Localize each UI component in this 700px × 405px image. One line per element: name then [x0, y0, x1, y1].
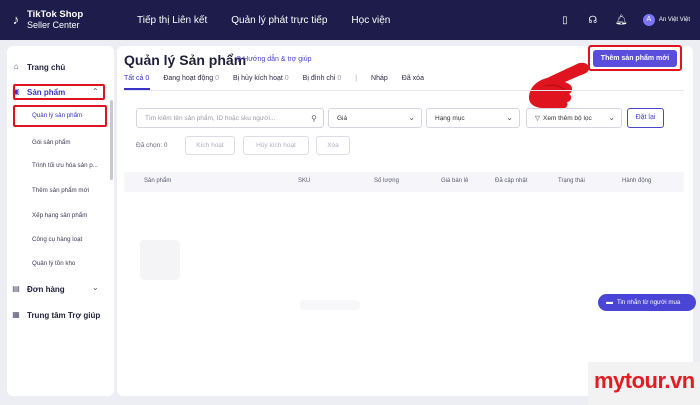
- tab-suspended[interactable]: Bị đình chỉ 0: [303, 75, 342, 89]
- tab-draft[interactable]: Nháp: [371, 75, 388, 89]
- help-book-icon: ▦: [12, 310, 20, 319]
- empty-state-placeholder: [300, 300, 360, 310]
- pointing-hand-icon: [529, 62, 589, 110]
- tab-deleted[interactable]: Đã xóa: [402, 75, 424, 89]
- page-title: Quản lý Sản phẩm: [124, 52, 247, 68]
- orders-icon: ▤: [12, 284, 20, 293]
- bulk-deactivate-button[interactable]: Hủy kích hoạt: [243, 136, 309, 155]
- manage-products-highlight-box: [13, 105, 107, 127]
- sidebar-item-bulk-tools[interactable]: Công cụ hàng loạt: [32, 236, 82, 243]
- tab-deactivated[interactable]: Bị hủy kích hoạt 0: [233, 75, 289, 89]
- more-filters-label: Xem thêm bộ lọc: [543, 114, 592, 122]
- buyer-messages-button[interactable]: ▬ Tin nhắn từ người mua: [598, 294, 696, 311]
- tab-active[interactable]: Đang hoạt động 0: [163, 75, 219, 89]
- tab-label: Nháp: [371, 75, 388, 82]
- headset-icon[interactable]: ☊: [587, 15, 599, 26]
- tab-separator: |: [355, 75, 358, 82]
- chevron-down-icon[interactable]: ⌄: [92, 283, 99, 292]
- chevron-down-icon: ⌄: [608, 113, 615, 122]
- tab-count: 0: [215, 75, 219, 82]
- account-menu[interactable]: A An Việt Việt: [642, 14, 690, 26]
- chevron-down-icon: ⌄: [408, 113, 415, 122]
- logo-line-2: Seller Center: [27, 20, 80, 30]
- tab-all[interactable]: Tất cả 0: [124, 75, 149, 89]
- column-actions[interactable]: Hành động: [622, 178, 651, 184]
- mobile-icon[interactable]: ▯: [559, 15, 571, 26]
- location-pin-icon: ⚲: [236, 56, 242, 63]
- filter-funnel-icon: ▽: [535, 115, 540, 122]
- tab-count: 0: [145, 75, 150, 82]
- logo-line-1: TikTok Shop: [27, 9, 84, 20]
- sidebar-item-home[interactable]: ⌂ Trang chủ: [0, 61, 107, 73]
- tab-label: Đã xóa: [401, 75, 424, 82]
- bulk-activate-button[interactable]: Kích hoạt: [185, 136, 235, 155]
- column-updated[interactable]: Đã cập nhật: [495, 178, 527, 184]
- sidebar-item-orders[interactable]: ▤ Đơn hàng: [0, 283, 107, 295]
- chevron-down-icon: ⌄: [506, 113, 513, 122]
- home-icon: ⌂: [13, 62, 19, 71]
- notification-bell-icon[interactable]: 🔔︎: [615, 15, 628, 26]
- sidebar-item-product-optimizer[interactable]: Trình tối ưu hóa sản p...: [32, 162, 98, 169]
- column-product[interactable]: Sản phẩm: [144, 178, 171, 184]
- search-placeholder: Tìm kiếm tên sản phẩm, ID hoặc sku người…: [145, 114, 276, 122]
- price-filter-label: Giá: [337, 114, 348, 122]
- main-nav: Tiếp thị Liên kết Quản lý phát trực tiếp…: [137, 15, 414, 26]
- sidebar-item-help-center[interactable]: ▦ Trung tâm Trợ giúp: [0, 309, 107, 321]
- search-input[interactable]: Tìm kiếm tên sản phẩm, ID hoặc sku người…: [136, 108, 324, 128]
- sidebar-item-label: Trang chủ: [27, 62, 66, 72]
- chat-bubble-icon: ▬: [606, 299, 613, 306]
- tab-count: 0: [284, 75, 289, 82]
- watermark-logo: mytour.vn: [594, 368, 695, 393]
- help-guide-link[interactable]: ⚲ Hướng dẫn & trợ giúp: [236, 55, 312, 63]
- add-new-product-button[interactable]: Thêm sản phẩm mới: [593, 50, 677, 67]
- sidebar-item-label: Trung tâm Trợ giúp: [27, 310, 101, 320]
- category-filter-label: Hạng mục: [435, 114, 465, 122]
- sidebar-item-product-ranking[interactable]: Xếp hạng sản phẩm: [32, 212, 87, 219]
- tab-label: Đang hoạt động: [163, 75, 214, 82]
- category-filter-select[interactable]: Hạng mục ⌄: [426, 108, 520, 128]
- column-status[interactable]: Trạng thái: [558, 178, 585, 184]
- column-retail-price[interactable]: Giá bán lẻ: [441, 178, 468, 184]
- nav-livestream-management[interactable]: Quản lý phát trực tiếp: [231, 15, 327, 26]
- sidebar-item-add-product[interactable]: Thêm sản phẩm mới: [32, 187, 89, 194]
- top-right-icons: ▯ ☊ 🔔︎ A An Việt Việt: [543, 0, 690, 40]
- search-icon[interactable]: ⚲: [311, 114, 317, 123]
- tabs-divider: [124, 90, 684, 91]
- sidebar-item-label: Đơn hàng: [27, 284, 65, 294]
- column-quantity[interactable]: Số lượng: [374, 178, 399, 184]
- tab-label: Bị hủy kích hoạt: [233, 75, 283, 82]
- top-navigation-bar: ♪ TikTok Shop Seller Center Tiếp thị Liê…: [0, 0, 700, 40]
- reset-filters-button[interactable]: Đặt lại: [627, 108, 664, 128]
- tiktok-logo-icon: ♪: [12, 12, 20, 27]
- sidebar-scrollbar[interactable]: [110, 100, 113, 180]
- empty-state-placeholder: [140, 240, 180, 280]
- help-guide-label: Hướng dẫn & trợ giúp: [243, 56, 312, 63]
- username: An Việt Việt: [658, 17, 690, 23]
- column-sku[interactable]: SKU: [298, 178, 310, 184]
- buyer-messages-label: Tin nhắn từ người mua: [617, 299, 681, 306]
- nav-affiliate-marketing[interactable]: Tiếp thị Liên kết: [137, 15, 207, 26]
- bulk-delete-button[interactable]: Xóa: [316, 136, 350, 155]
- tab-label: Tất cả: [124, 75, 144, 82]
- sidebar-item-product-bundles[interactable]: Gói sản phẩm: [32, 139, 71, 146]
- tab-label: Bị đình chỉ: [302, 75, 336, 82]
- product-table-header: [124, 172, 684, 192]
- tiktok-shop-logo[interactable]: ♪ TikTok Shop Seller Center: [9, 9, 119, 31]
- nav-academy[interactable]: Học viện: [351, 15, 390, 26]
- main-panel: [117, 46, 693, 396]
- sidebar-item-inventory[interactable]: Quản lý tồn kho: [32, 260, 75, 267]
- products-highlight-box: [13, 84, 105, 100]
- more-filters-select[interactable]: ▽ Xem thêm bộ lọc ⌄: [526, 108, 622, 128]
- price-filter-select[interactable]: Giá ⌄: [328, 108, 422, 128]
- avatar: A: [642, 14, 655, 26]
- status-tabs: Tất cả 0 Đang hoạt động 0 Bị hủy kích ho…: [124, 75, 438, 89]
- selected-count: Đã chọn: 0: [136, 142, 168, 149]
- tab-count: 0: [337, 75, 342, 82]
